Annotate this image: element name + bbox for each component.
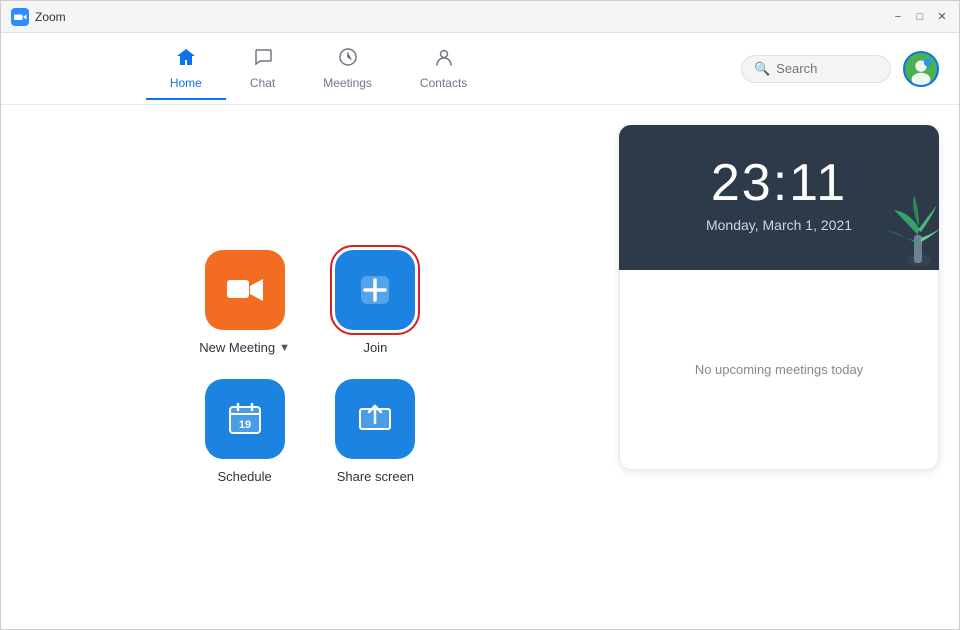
tab-home[interactable]: Home: [146, 38, 226, 100]
share-screen-item: Share screen: [330, 379, 421, 484]
tab-meetings[interactable]: Meetings: [299, 38, 396, 100]
plant-decoration: [849, 180, 939, 270]
chat-icon: [252, 46, 274, 72]
app-window: Zoom − □ ✕ Home Chat: [0, 0, 960, 630]
meetings-section: No upcoming meetings today: [619, 270, 939, 470]
action-grid: New Meeting ▼ Join: [199, 250, 421, 484]
dropdown-arrow-icon: ▼: [279, 342, 290, 354]
zoom-logo-icon: [11, 8, 29, 26]
new-meeting-label: New Meeting ▼: [199, 340, 290, 355]
no-meetings-text: No upcoming meetings today: [695, 362, 863, 377]
search-input[interactable]: [776, 61, 878, 76]
new-meeting-button[interactable]: [205, 250, 285, 330]
schedule-item: 19 Schedule: [199, 379, 290, 484]
search-box[interactable]: 🔍: [741, 55, 891, 83]
action-panel: New Meeting ▼ Join: [1, 105, 619, 629]
search-icon: 🔍: [754, 61, 770, 77]
meetings-icon: [337, 46, 359, 72]
right-panel: 23:11 Monday, March 1, 2021 No upcoming …: [619, 105, 959, 629]
share-screen-icon: [357, 401, 393, 437]
share-screen-label: Share screen: [337, 469, 414, 484]
join-button[interactable]: [335, 250, 415, 330]
tab-home-label: Home: [170, 76, 202, 90]
close-button[interactable]: ✕: [935, 10, 949, 24]
tab-meetings-label: Meetings: [323, 76, 372, 90]
main-content: New Meeting ▼ Join: [1, 105, 959, 629]
clock-time: 23:11: [711, 153, 847, 213]
calendar-icon: 19: [227, 401, 263, 437]
tab-contacts[interactable]: Contacts: [396, 38, 491, 100]
app-logo: Zoom: [11, 8, 66, 26]
app-title: Zoom: [35, 10, 66, 24]
nav-tabs: Home Chat Meetings Contacts: [146, 38, 491, 100]
clock-date: Monday, March 1, 2021: [706, 217, 852, 233]
clock-card: 23:11 Monday, March 1, 2021 No upcoming …: [619, 125, 939, 470]
new-meeting-item: New Meeting ▼: [199, 250, 290, 355]
nav-right: 🔍: [741, 51, 939, 87]
schedule-label: Schedule: [218, 469, 272, 484]
tab-contacts-label: Contacts: [420, 76, 467, 90]
tab-chat[interactable]: Chat: [226, 38, 299, 100]
minimize-button[interactable]: −: [891, 10, 905, 24]
join-plus-icon: [355, 270, 395, 310]
home-icon: [175, 46, 197, 72]
join-item: Join: [330, 250, 421, 355]
video-camera-icon: [226, 276, 264, 304]
window-controls: − □ ✕: [891, 10, 949, 24]
title-bar: Zoom − □ ✕: [1, 1, 959, 33]
svg-text:19: 19: [238, 419, 250, 431]
share-screen-button[interactable]: [335, 379, 415, 459]
maximize-button[interactable]: □: [913, 10, 927, 24]
join-label: Join: [363, 340, 387, 355]
clock-header: 23:11 Monday, March 1, 2021: [619, 125, 939, 270]
schedule-button[interactable]: 19: [205, 379, 285, 459]
contacts-icon: [433, 46, 455, 72]
nav-bar: Home Chat Meetings Contacts: [1, 33, 959, 105]
tab-chat-label: Chat: [250, 76, 275, 90]
avatar[interactable]: [903, 51, 939, 87]
